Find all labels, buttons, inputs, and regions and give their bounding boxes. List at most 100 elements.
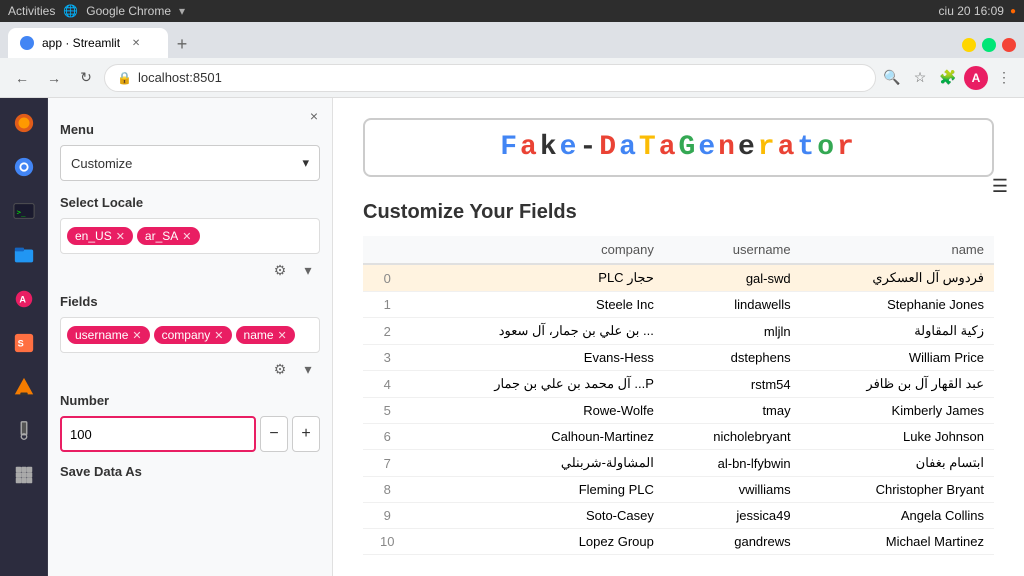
cell-username: vwilliams	[664, 477, 801, 503]
chrome-menu-icon[interactable]: ⋮	[992, 66, 1016, 90]
cell-company: Fleming PLC	[411, 477, 663, 503]
locale-dropdown-icon[interactable]: ▾	[296, 258, 320, 282]
minimize-button[interactable]	[962, 38, 976, 52]
search-icon[interactable]: 🔍	[880, 66, 904, 90]
cell-username: nicholebryant	[664, 424, 801, 450]
right-content: ☰ Fake-DaTaGenerator Customize Your Fiel…	[333, 98, 1024, 576]
title-char-r2: r	[837, 132, 857, 163]
title-char-o: o	[817, 132, 837, 163]
table-row: 1 Steele Inc lindawells Stephanie Jones	[363, 292, 994, 318]
cell-company: Calhoun-Martinez	[411, 424, 663, 450]
section-title: Customize Your Fields	[363, 201, 994, 224]
field-tag-name-label: name	[244, 328, 274, 342]
title-char-dash: -	[579, 132, 599, 163]
menu-label: Menu	[60, 122, 320, 137]
title-char-D: D	[599, 132, 619, 163]
cell-idx: 9	[363, 503, 411, 529]
taskbar-apps-icon[interactable]	[4, 455, 44, 495]
table-row: 6 Calhoun-Martinez nicholebryant Luke Jo…	[363, 424, 994, 450]
close-window-button[interactable]	[1002, 38, 1016, 52]
col-header-company: company	[411, 236, 663, 264]
cell-name: فردوس آل العسكري	[801, 264, 994, 292]
cell-idx: 8	[363, 477, 411, 503]
cell-name: زكية المقاولة	[801, 318, 994, 345]
cell-name: Christopher Bryant	[801, 477, 994, 503]
title-char-a1: a	[520, 132, 540, 163]
title-char-t: t	[797, 132, 817, 163]
cell-name: Angela Collins	[801, 503, 994, 529]
field-tag-name-remove[interactable]: ✕	[278, 329, 287, 342]
new-tab-button[interactable]: +	[168, 30, 196, 58]
cell-name: Luke Johnson	[801, 424, 994, 450]
fields-tags-container: username ✕ company ✕ name ✕	[60, 317, 320, 353]
tab-title: app · Streamlit	[42, 36, 120, 50]
number-increase-button[interactable]: +	[292, 416, 320, 452]
active-tab[interactable]: app · Streamlit ✕	[8, 28, 168, 58]
table-row: 10 Lopez Group gandrews Michael Martinez	[363, 529, 994, 555]
datetime-label: ciu 20 16:09	[939, 4, 1004, 18]
sidebar-close-button[interactable]: ×	[304, 106, 324, 126]
activities-label[interactable]: Activities	[8, 4, 55, 18]
taskbar-software-icon[interactable]: A	[4, 279, 44, 319]
cell-company: حجار PLC	[411, 264, 663, 292]
field-tag-username-remove[interactable]: ✕	[132, 329, 141, 342]
back-button[interactable]: ←	[8, 64, 36, 92]
os-bar: Activities 🌐 Google Chrome ▾ ciu 20 16:0…	[0, 0, 1024, 22]
locale-tag-ar-sa-label: ar_SA	[145, 229, 178, 243]
taskbar-sublime-icon[interactable]: S	[4, 323, 44, 363]
forward-button[interactable]: →	[40, 64, 68, 92]
taskbar-usb-icon[interactable]	[4, 411, 44, 451]
taskbar-vlc-icon[interactable]	[4, 367, 44, 407]
cell-company: Evans-Hess	[411, 345, 663, 371]
tab-close-button[interactable]: ✕	[128, 35, 144, 51]
cell-name: Kimberly James	[801, 398, 994, 424]
cell-company: Soto-Casey	[411, 503, 663, 529]
locale-tag-ar-sa[interactable]: ar_SA ✕	[137, 227, 200, 245]
taskbar-files-icon[interactable]	[4, 235, 44, 275]
taskbar-terminal-icon[interactable]: >_	[4, 191, 44, 231]
field-tag-name[interactable]: name ✕	[236, 326, 295, 344]
number-decrease-button[interactable]: −	[260, 416, 288, 452]
cell-username: gal-swd	[664, 264, 801, 292]
sidebar-panel: × Menu Customize ▾ Select Locale en_US ✕…	[48, 98, 333, 576]
hamburger-menu-icon[interactable]: ☰	[992, 176, 1008, 197]
taskbar-chrome-icon[interactable]	[4, 147, 44, 187]
cell-idx: 10	[363, 529, 411, 555]
profile-avatar[interactable]: A	[964, 66, 988, 90]
save-data-label: Save Data As	[60, 464, 320, 479]
locale-tag-ar-sa-remove[interactable]: ✕	[182, 230, 191, 243]
title-char-G: G	[679, 132, 699, 163]
maximize-button[interactable]	[982, 38, 996, 52]
title-char-e2: e	[698, 132, 718, 163]
field-tag-username[interactable]: username ✕	[67, 326, 150, 344]
data-table: company username name 0 حجار PLC gal-swd…	[363, 236, 994, 555]
extension-icon[interactable]: 🧩	[936, 66, 960, 90]
os-bar-right: ciu 20 16:09 ●	[939, 4, 1016, 18]
tab-favicon	[20, 36, 34, 50]
address-input[interactable]: 🔒 localhost:8501	[104, 64, 876, 92]
fields-dropdown-icon[interactable]: ▾	[296, 357, 320, 381]
cell-username: mljln	[664, 318, 801, 345]
title-char-e3: e	[738, 132, 758, 163]
cell-username: rstm54	[664, 371, 801, 398]
title-char-T: T	[639, 132, 659, 163]
cell-company: Steele Inc	[411, 292, 663, 318]
field-tag-company[interactable]: company ✕	[154, 326, 232, 344]
refresh-button[interactable]: ↻	[72, 64, 100, 92]
table-row: 9 Soto-Casey jessica49 Angela Collins	[363, 503, 994, 529]
taskbar-firefox-icon[interactable]	[4, 103, 44, 143]
locale-tag-en-us-remove[interactable]: ✕	[116, 230, 125, 243]
locale-tag-en-us[interactable]: en_US ✕	[67, 227, 133, 245]
locale-settings-icon[interactable]: ⚙	[268, 258, 292, 282]
fields-settings-icon[interactable]: ⚙	[268, 357, 292, 381]
table-row: 8 Fleming PLC vwilliams Christopher Brya…	[363, 477, 994, 503]
app-title-container: Fake-DaTaGenerator	[363, 118, 994, 177]
bookmark-icon[interactable]: ☆	[908, 66, 932, 90]
number-input[interactable]	[60, 416, 256, 452]
field-tag-company-remove[interactable]: ✕	[214, 329, 223, 342]
cell-idx: 5	[363, 398, 411, 424]
cell-company: Lopez Group	[411, 529, 663, 555]
table-row: 7 المشاولة-شربنلي al-bn-lfybwin ابتسام ب…	[363, 450, 994, 477]
menu-dropdown[interactable]: Customize ▾	[60, 145, 320, 181]
col-header-username: username	[664, 236, 801, 264]
